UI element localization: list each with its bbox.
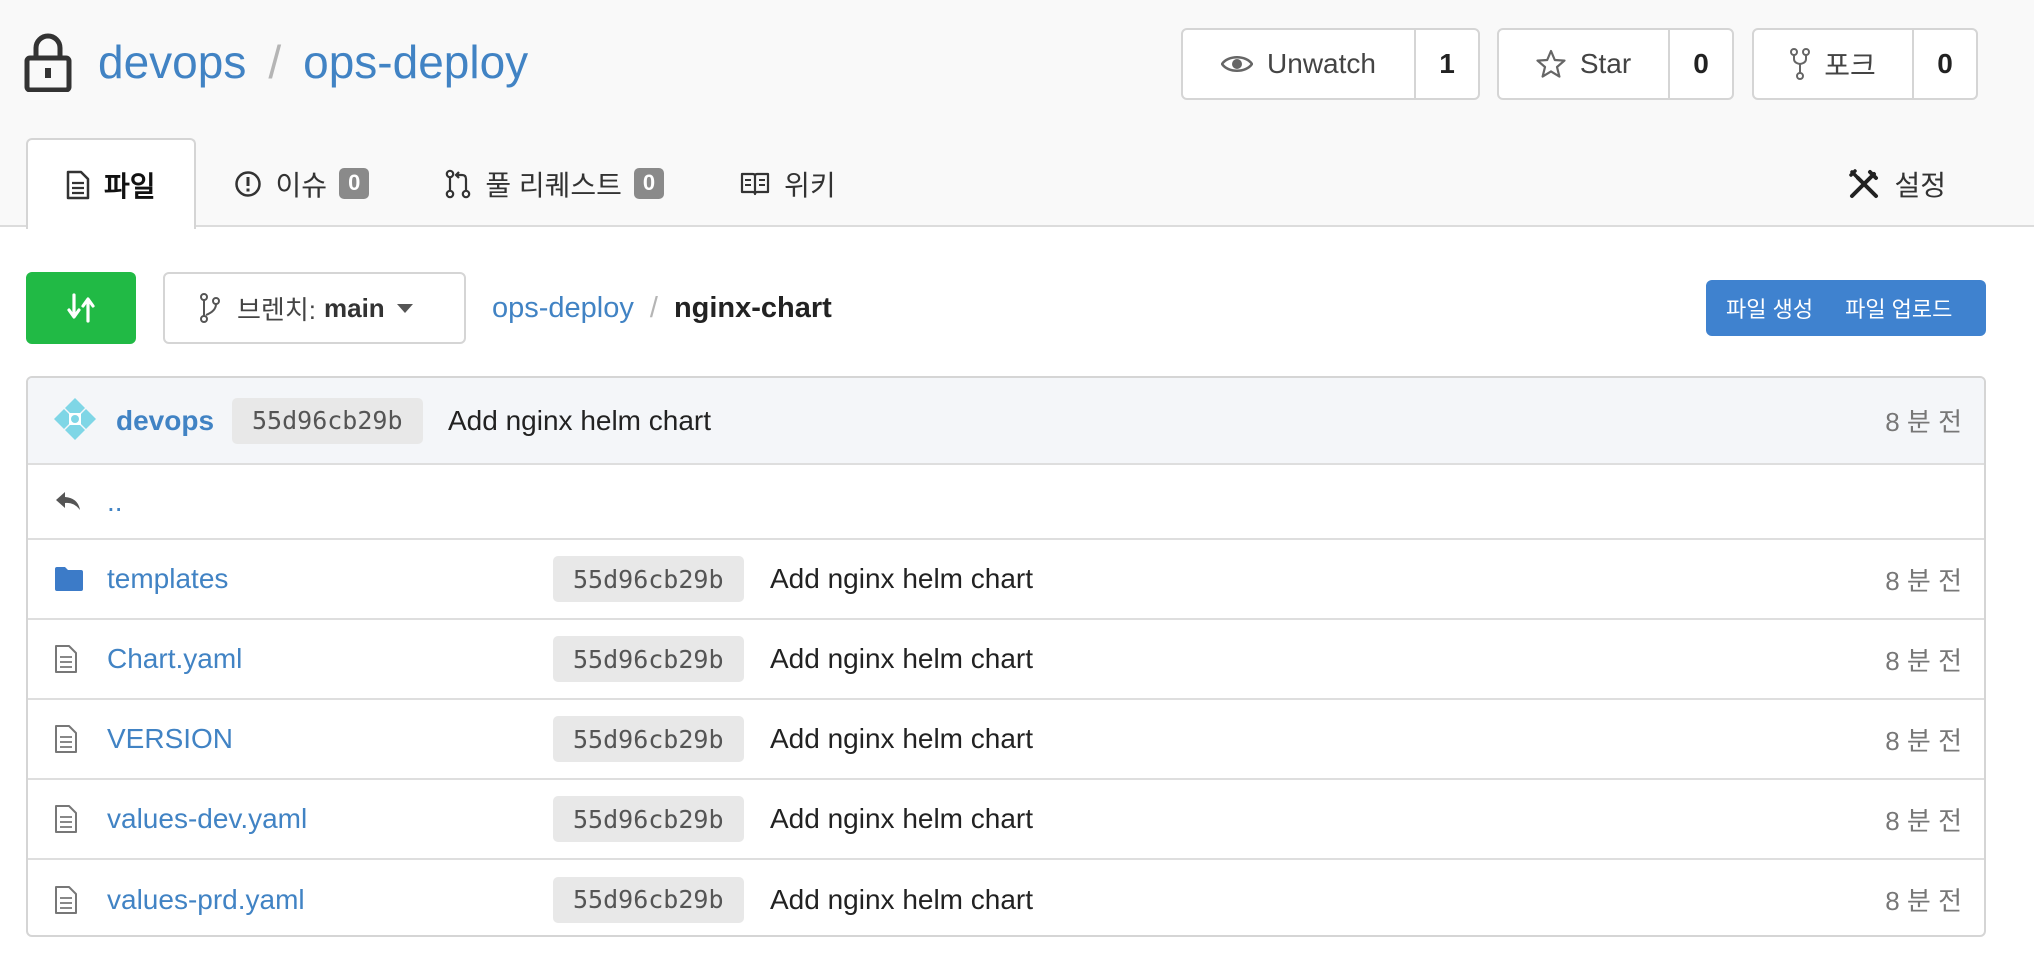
file-text-icon bbox=[55, 805, 77, 833]
file-commit-age: 8 분 전 bbox=[1885, 805, 1962, 836]
unwatch-label: Unwatch bbox=[1267, 48, 1376, 79]
watch-count[interactable]: 1 bbox=[1416, 30, 1478, 98]
file-commit-sha[interactable]: 55d96cb29b bbox=[553, 796, 744, 842]
breadcrumb-current: nginx-chart bbox=[673, 291, 832, 324]
star-count[interactable]: 0 bbox=[1670, 30, 1732, 98]
file-row: values-dev.yaml 55d96cb29b Add nginx hel… bbox=[28, 778, 1984, 858]
tab-wiki-label: 위키 bbox=[784, 169, 836, 201]
file-table: devops 55d96cb29b Add nginx helm chart 8… bbox=[26, 376, 1986, 937]
file-row: VERSION 55d96cb29b Add nginx helm chart … bbox=[28, 698, 1984, 778]
tab-issues-label: 이슈 bbox=[275, 169, 328, 201]
tab-files[interactable]: 파일 bbox=[26, 138, 196, 229]
file-name-link[interactable]: templates bbox=[107, 563, 228, 595]
star-icon bbox=[1536, 49, 1566, 78]
breadcrumb-root-link[interactable]: ops-deploy bbox=[492, 292, 634, 325]
file-commit-age: 8 분 전 bbox=[1885, 725, 1962, 756]
commit-author[interactable]: devops bbox=[116, 405, 214, 437]
repo-title-separator: / bbox=[268, 36, 282, 88]
repo-owner-link[interactable]: devops bbox=[98, 35, 246, 89]
fork-icon bbox=[1790, 48, 1811, 80]
upload-file-button[interactable]: 파일 업로드 bbox=[1845, 292, 1952, 324]
new-file-button[interactable]: 파일 생성 bbox=[1726, 292, 1813, 324]
unwatch-button[interactable]: Unwatch bbox=[1183, 30, 1416, 98]
fork-count[interactable]: 0 bbox=[1914, 30, 1976, 98]
commit-sha[interactable]: 55d96cb29b bbox=[232, 397, 423, 444]
breadcrumb: ops-deploy / nginx-chart bbox=[492, 272, 832, 344]
file-name-link[interactable]: values-prd.yaml bbox=[107, 884, 305, 916]
file-commit-sha[interactable]: 55d96cb29b bbox=[553, 636, 744, 682]
file-commit-message[interactable]: Add nginx helm chart bbox=[770, 643, 1033, 675]
file-commit-message[interactable]: Add nginx helm chart bbox=[770, 884, 1033, 916]
branch-selector[interactable]: 브렌치: main bbox=[163, 272, 466, 344]
file-text-icon bbox=[55, 645, 77, 673]
file-commit-sha[interactable]: 55d96cb29b bbox=[553, 716, 744, 762]
star-button-group: Star 0 bbox=[1497, 28, 1734, 100]
folder-icon bbox=[55, 567, 83, 591]
eye-icon bbox=[1221, 56, 1254, 72]
file-text-icon bbox=[55, 885, 77, 914]
latest-commit-row: devops 55d96cb29b Add nginx helm chart 8… bbox=[28, 378, 1984, 463]
file-commit-age: 8 분 전 bbox=[1885, 645, 1962, 676]
fork-button[interactable]: 포크 bbox=[1754, 30, 1914, 98]
file-text-icon bbox=[66, 170, 90, 199]
fork-button-group: 포크 0 bbox=[1752, 28, 1978, 100]
file-commit-age: 8 분 전 bbox=[1885, 565, 1962, 596]
chevron-down-icon bbox=[396, 303, 413, 313]
commit-message[interactable]: Add nginx helm chart bbox=[448, 405, 711, 437]
file-text-icon bbox=[55, 725, 77, 753]
tools-icon bbox=[1849, 168, 1879, 198]
branch-prefix: 브렌치: bbox=[237, 294, 316, 325]
file-name-link[interactable]: Chart.yaml bbox=[107, 643, 242, 675]
file-name-link[interactable]: values-dev.yaml bbox=[107, 803, 307, 835]
avatar bbox=[50, 394, 100, 444]
file-actions-button-group: 파일 생성 파일 업로드 bbox=[1706, 280, 1986, 336]
tab-issues[interactable]: 이슈 0 bbox=[196, 138, 408, 229]
file-commit-sha[interactable]: 55d96cb29b bbox=[553, 876, 744, 923]
star-label: Star bbox=[1579, 48, 1632, 79]
repo-name-link[interactable]: ops-deploy bbox=[303, 35, 528, 89]
reply-icon bbox=[56, 491, 80, 510]
compare-arrows-icon bbox=[67, 293, 95, 323]
parent-directory-row[interactable]: .. bbox=[28, 463, 1984, 538]
file-row: templates 55d96cb29b Add nginx helm char… bbox=[28, 538, 1984, 618]
pull-requests-count-badge: 0 bbox=[633, 168, 665, 199]
tab-files-label: 파일 bbox=[104, 170, 156, 202]
commit-age: 8 분 전 bbox=[1885, 407, 1962, 437]
file-commit-message[interactable]: Add nginx helm chart bbox=[770, 803, 1033, 835]
file-commit-message[interactable]: Add nginx helm chart bbox=[770, 723, 1033, 755]
repo-tabs: 파일 이슈 0 풀 리퀘스트 0 위키 bbox=[26, 138, 874, 229]
tab-pull-requests-label: 풀 리퀘스트 bbox=[485, 169, 622, 201]
branch-name: main bbox=[323, 292, 385, 323]
file-commit-message[interactable]: Add nginx helm chart bbox=[770, 563, 1033, 595]
tab-wiki[interactable]: 위키 bbox=[702, 138, 874, 229]
file-commit-age: 8 분 전 bbox=[1885, 886, 1962, 916]
issues-count-badge: 0 bbox=[339, 168, 370, 199]
tab-pull-requests[interactable]: 풀 리퀘스트 0 bbox=[407, 138, 702, 229]
star-button[interactable]: Star bbox=[1499, 30, 1670, 98]
tab-settings[interactable]: 설정 bbox=[1848, 138, 1946, 229]
file-commit-sha[interactable]: 55d96cb29b bbox=[553, 556, 744, 602]
file-row: values-prd.yaml 55d96cb29b Add nginx hel… bbox=[28, 858, 1984, 935]
file-row: Chart.yaml 55d96cb29b Add nginx helm cha… bbox=[28, 618, 1984, 698]
branch-icon bbox=[200, 293, 220, 323]
compare-button[interactable] bbox=[26, 272, 136, 344]
fork-label: 포크 bbox=[1824, 50, 1876, 81]
book-icon bbox=[741, 172, 770, 195]
breadcrumb-separator: / bbox=[649, 291, 658, 324]
pull-request-icon bbox=[446, 169, 471, 198]
issue-icon bbox=[234, 170, 261, 197]
repo-title: devops / ops-deploy bbox=[24, 22, 528, 102]
lock-icon bbox=[24, 33, 72, 92]
tab-settings-label: 설정 bbox=[1894, 169, 1946, 201]
parent-directory-link[interactable]: .. bbox=[107, 486, 123, 518]
watch-button-group: Unwatch 1 bbox=[1181, 28, 1480, 100]
file-name-link[interactable]: VERSION bbox=[107, 723, 233, 755]
